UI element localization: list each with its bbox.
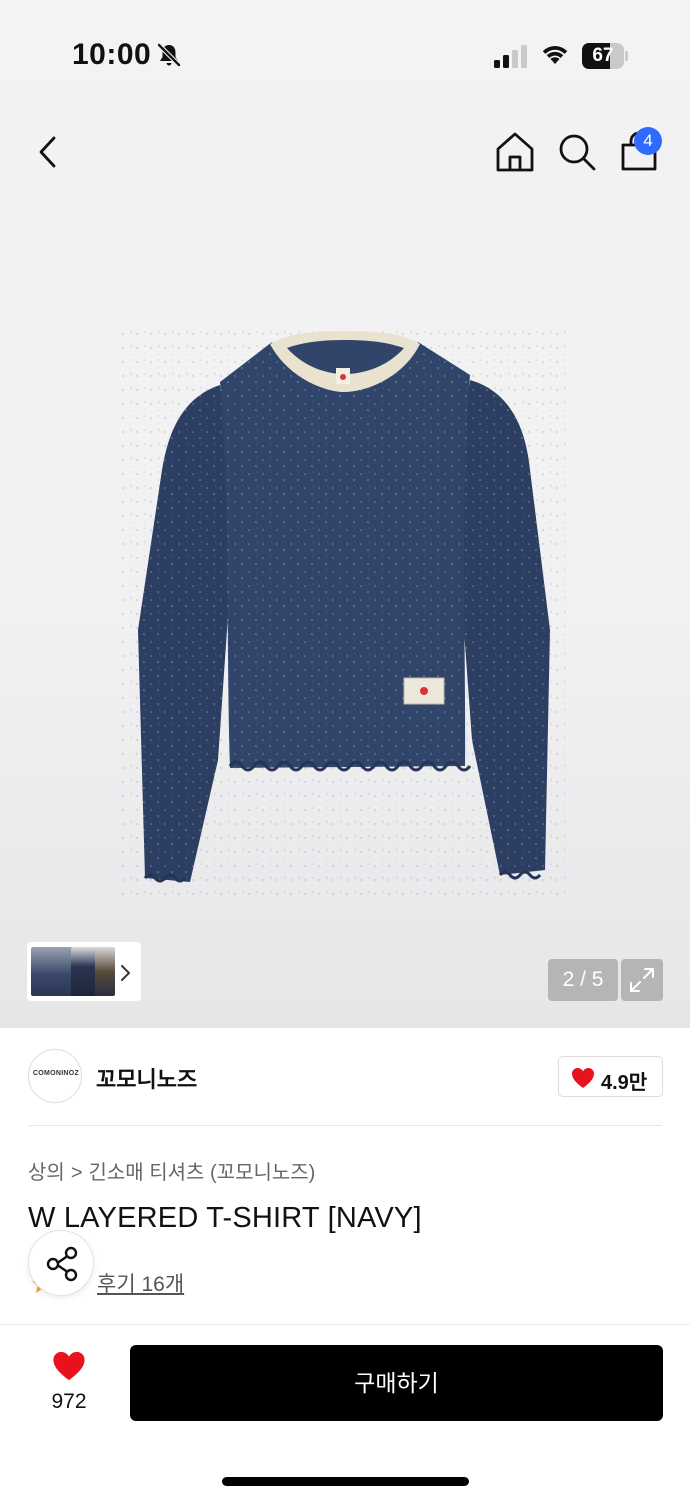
battery-percent: 67 <box>592 45 614 66</box>
like-button[interactable]: 972 <box>40 1350 98 1420</box>
divider <box>0 1324 690 1325</box>
status-bar: 10:00 67 <box>0 0 690 110</box>
review-link[interactable]: 후기 16개 <box>97 1268 184 1298</box>
product-image[interactable] <box>120 330 570 900</box>
status-time: 10:00 <box>72 38 152 71</box>
cart-badge: 4 <box>634 127 662 155</box>
brand-name[interactable]: 꼬모니노즈 <box>96 1062 197 1094</box>
bell-slash-icon <box>157 43 181 67</box>
divider <box>28 1125 662 1126</box>
thumbnail-image[interactable] <box>95 947 115 996</box>
brand-logo[interactable]: COMONINOZ <box>28 1049 82 1103</box>
breadcrumb-subcategory[interactable]: 긴소매 티셔츠 (꼬모니노즈) <box>89 1162 316 1184</box>
search-icon[interactable] <box>556 130 598 174</box>
brand-like-button[interactable]: 4.9만 <box>558 1056 663 1097</box>
breadcrumb-category[interactable]: 상의 <box>28 1162 65 1184</box>
brand-logo-text: COMONINOZ <box>32 1070 80 1077</box>
home-icon[interactable] <box>494 130 536 174</box>
breadcrumb-separator: > <box>70 1162 83 1184</box>
thumbnail-image[interactable] <box>31 947 75 996</box>
chevron-left-icon[interactable] <box>30 130 70 174</box>
heart-icon <box>572 1068 594 1088</box>
breadcrumb: 상의 > 긴소매 티셔츠 (꼬모니노즈) <box>28 1156 315 1185</box>
share-button[interactable] <box>28 1230 94 1296</box>
chevron-right-icon[interactable] <box>118 960 134 986</box>
cellular-signal-icon <box>494 45 527 68</box>
battery-icon: 67 <box>582 43 628 69</box>
wifi-icon <box>542 46 568 64</box>
expand-icon[interactable] <box>621 959 663 1001</box>
like-count: 972 <box>51 1390 87 1413</box>
buy-button[interactable]: 구매하기 <box>130 1345 663 1421</box>
share-icon <box>46 1246 78 1282</box>
page-counter: 2 / 5 <box>548 959 618 1001</box>
heart-icon <box>53 1351 85 1381</box>
brand-like-count: 4.9만 <box>601 1072 648 1094</box>
home-indicator[interactable] <box>222 1477 469 1486</box>
